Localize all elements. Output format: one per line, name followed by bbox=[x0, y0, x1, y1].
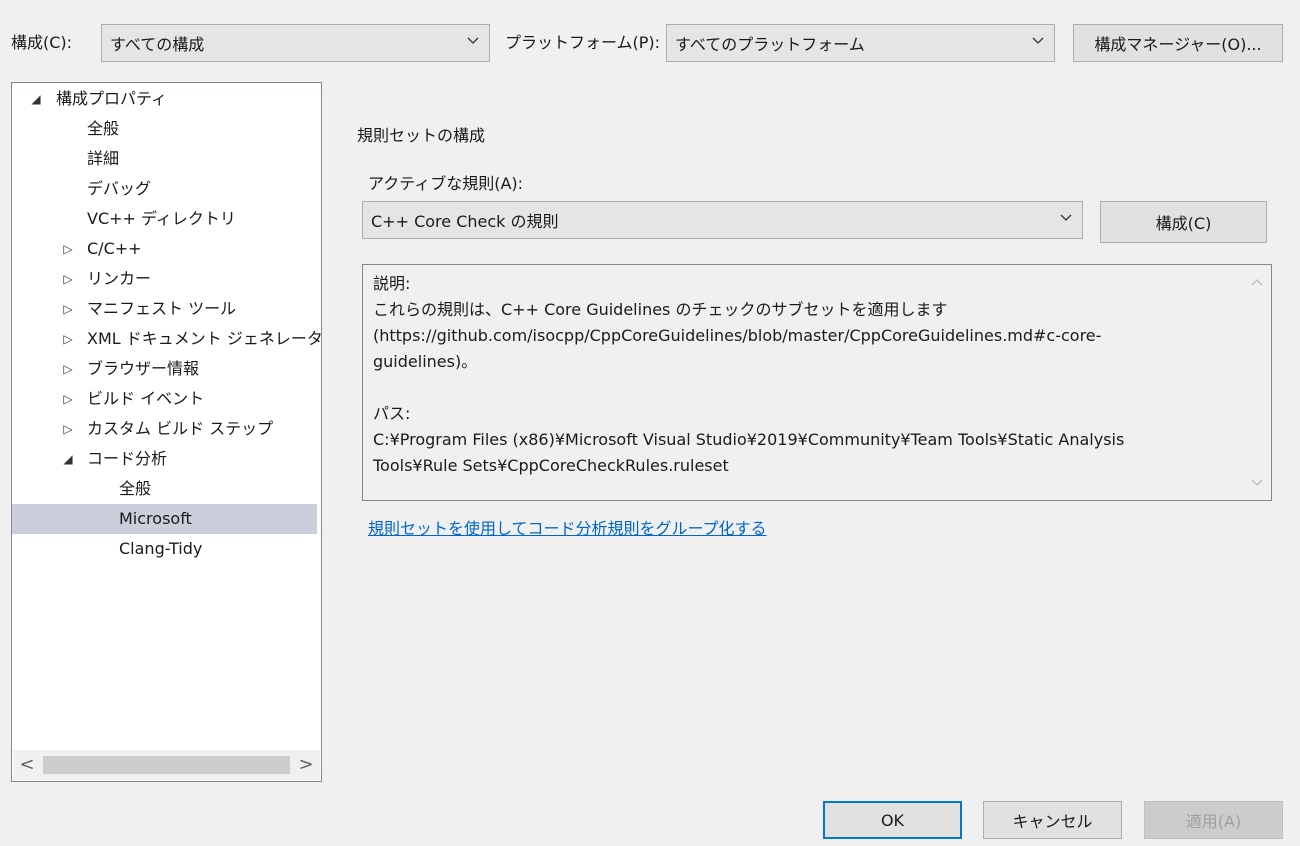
platform-dropdown[interactable]: すべてのプラットフォーム bbox=[666, 24, 1055, 62]
cancel-button[interactable]: キャンセル bbox=[983, 801, 1122, 839]
tree-item-label: VC++ ディレクトリ bbox=[87, 209, 236, 228]
platform-label: プラットフォーム(P): bbox=[505, 33, 661, 52]
tree-item-clang-tidy[interactable]: Clang-Tidy bbox=[12, 534, 317, 564]
horizontal-scrollbar[interactable]: < > bbox=[13, 750, 320, 780]
config-dropdown[interactable]: すべての構成 bbox=[101, 24, 490, 62]
tree-item-manifest-tool[interactable]: ▷ マニフェスト ツール bbox=[12, 294, 317, 324]
tree-item-microsoft[interactable]: Microsoft bbox=[12, 504, 317, 534]
expand-arrow-icon[interactable]: ▷ bbox=[61, 234, 75, 264]
config-manager-button[interactable]: 構成マネージャー(O)... bbox=[1073, 24, 1283, 62]
tree-item-label: 構成プロパティ bbox=[56, 89, 168, 108]
section-title: 規則セットの構成 bbox=[357, 126, 486, 145]
tree-item-label: XML ドキュメント ジェネレーター bbox=[87, 329, 322, 348]
path-line: Tools¥Rule Sets¥CppCoreCheckRules.rulese… bbox=[373, 456, 729, 475]
description-box: 説明: これらの規則は、C++ Core Guidelines のチェックのサブ… bbox=[362, 264, 1272, 501]
description-line: これらの規則は、C++ Core Guidelines のチェックのサブセットを… bbox=[373, 300, 948, 319]
tree-item-label: コード分析 bbox=[87, 449, 168, 468]
tree-item-label: リンカー bbox=[87, 269, 152, 288]
config-dropdown-value: すべての構成 bbox=[110, 35, 205, 54]
rule-set-help-link[interactable]: 規則セットを使用してコード分析規則をグループ化する bbox=[368, 519, 767, 539]
property-tree[interactable]: ◢ 構成プロパティ 全般 詳細 デバッグ VC++ ディレクトリ ▷ C/C++… bbox=[11, 82, 322, 782]
tree-item-label: ビルド イベント bbox=[87, 389, 205, 408]
tree-item-debugging[interactable]: デバッグ bbox=[12, 174, 317, 204]
path-heading: パス: bbox=[373, 404, 411, 423]
tree-item-code-analysis-general[interactable]: 全般 bbox=[12, 474, 317, 504]
tree-item-label: C/C++ bbox=[87, 239, 142, 258]
tree-item-label: 全般 bbox=[119, 479, 152, 498]
expand-arrow-icon[interactable]: ▷ bbox=[61, 414, 75, 444]
collapse-arrow-icon[interactable]: ◢ bbox=[61, 444, 75, 474]
tree-item-label: 詳細 bbox=[87, 149, 120, 168]
expand-arrow-icon[interactable]: ▷ bbox=[61, 354, 75, 384]
configure-button[interactable]: 構成(C) bbox=[1100, 201, 1267, 243]
active-rules-dropdown[interactable]: C++ Core Check の規則 bbox=[362, 201, 1083, 239]
expand-arrow-icon[interactable]: ▷ bbox=[61, 384, 75, 414]
active-rules-label: アクティブな規則(A): bbox=[368, 174, 524, 193]
description-heading: 説明: bbox=[373, 274, 411, 293]
tree-item-linker[interactable]: ▷ リンカー bbox=[12, 264, 317, 294]
chevron-down-icon bbox=[467, 37, 479, 44]
description-line: (https://github.com/isocpp/CppCoreGuidel… bbox=[373, 326, 1102, 345]
tree-item-config-properties[interactable]: ◢ 構成プロパティ bbox=[12, 84, 317, 114]
expand-arrow-icon[interactable]: ▷ bbox=[61, 294, 75, 324]
tree-item-c-cpp[interactable]: ▷ C/C++ bbox=[12, 234, 317, 264]
vertical-scrollbar[interactable] bbox=[1244, 266, 1270, 499]
ok-button[interactable]: OK bbox=[823, 801, 962, 839]
chevron-down-icon bbox=[1060, 214, 1072, 221]
expand-arrow-icon[interactable]: ▷ bbox=[61, 264, 75, 294]
active-rules-dropdown-value: C++ Core Check の規則 bbox=[371, 212, 559, 231]
tree-item-label: カスタム ビルド ステップ bbox=[87, 419, 274, 438]
tree-item-label: マニフェスト ツール bbox=[87, 299, 237, 318]
scroll-left-icon[interactable]: < bbox=[13, 750, 41, 780]
scroll-up-icon[interactable] bbox=[1244, 270, 1270, 296]
tree-item-general[interactable]: 全般 bbox=[12, 114, 317, 144]
tree-item-label: Microsoft bbox=[119, 509, 192, 528]
tree-item-browse-info[interactable]: ▷ ブラウザー情報 bbox=[12, 354, 317, 384]
scrollbar-thumb[interactable] bbox=[43, 756, 290, 774]
tree-item-label: ブラウザー情報 bbox=[87, 359, 200, 378]
collapse-arrow-icon[interactable]: ◢ bbox=[29, 84, 43, 114]
tree-item-code-analysis[interactable]: ◢ コード分析 bbox=[12, 444, 317, 474]
tree-item-label: 全般 bbox=[87, 119, 120, 138]
tree-item-build-events[interactable]: ▷ ビルド イベント bbox=[12, 384, 317, 414]
tree-item-label: デバッグ bbox=[87, 179, 152, 198]
tree-item-custom-build-step[interactable]: ▷ カスタム ビルド ステップ bbox=[12, 414, 317, 444]
description-line: guidelines)。 bbox=[373, 352, 478, 371]
config-label: 構成(C): bbox=[11, 33, 73, 52]
expand-arrow-icon[interactable]: ▷ bbox=[61, 324, 75, 354]
platform-dropdown-value: すべてのプラットフォーム bbox=[675, 35, 865, 54]
chevron-down-icon bbox=[1032, 37, 1044, 44]
tree-item-advanced[interactable]: 詳細 bbox=[12, 144, 317, 174]
tree-item-label: Clang-Tidy bbox=[119, 539, 203, 558]
scroll-right-icon[interactable]: > bbox=[292, 750, 320, 780]
tree-item-vc-directories[interactable]: VC++ ディレクトリ bbox=[12, 204, 317, 234]
path-line: C:¥Program Files (x86)¥Microsoft Visual … bbox=[373, 430, 1125, 449]
tree-item-xml-doc-generator[interactable]: ▷ XML ドキュメント ジェネレーター bbox=[12, 324, 321, 354]
apply-button[interactable]: 適用(A) bbox=[1144, 801, 1283, 839]
scroll-down-icon[interactable] bbox=[1244, 469, 1270, 495]
